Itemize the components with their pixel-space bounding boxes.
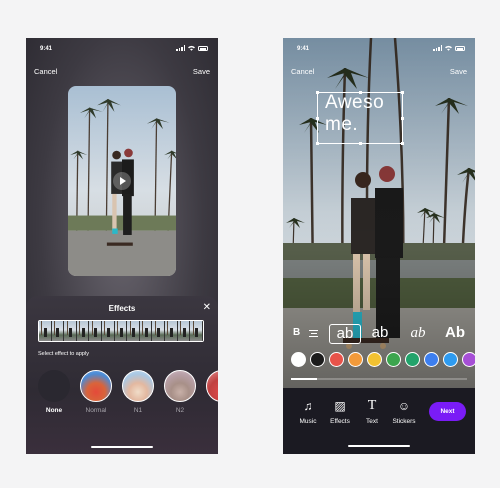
effects-icon: ▨ — [334, 399, 346, 413]
timeline-frame — [127, 321, 140, 341]
color-palette — [291, 352, 475, 368]
color-swatch[interactable] — [329, 352, 344, 367]
align-center-icon[interactable] — [309, 330, 318, 339]
resize-handle[interactable] — [401, 142, 404, 145]
video-preview[interactable] — [68, 86, 176, 276]
music-icon: ♫ — [303, 399, 313, 413]
effect-none[interactable]: None — [38, 370, 70, 414]
color-swatch[interactable] — [443, 352, 458, 367]
tool-label: Text — [366, 418, 378, 425]
timeline-frame — [76, 321, 90, 341]
signal-icon — [176, 45, 185, 51]
resize-handle[interactable] — [316, 91, 319, 94]
cancel-button[interactable]: Cancel — [291, 67, 314, 76]
effect-label: None — [45, 407, 63, 414]
effect-thumbnail — [206, 370, 218, 402]
battery-icon — [455, 45, 465, 51]
sticker-icon: ☺ — [397, 399, 411, 413]
battery-icon — [198, 45, 208, 51]
effect-hint: Select effect to apply — [38, 351, 89, 357]
text-format-toolbar: B ab ab ab Ab — [293, 324, 475, 344]
font-style-2[interactable]: ab — [369, 324, 391, 344]
effect-thumbnail — [80, 370, 112, 402]
bold-button[interactable]: B — [293, 327, 300, 338]
color-swatch[interactable] — [310, 352, 325, 367]
tool-label: Music — [299, 418, 317, 425]
resize-handle[interactable] — [316, 117, 319, 120]
color-swatch[interactable] — [386, 352, 401, 367]
effect-thumbnail — [122, 370, 154, 402]
effect-label: Normal — [85, 407, 107, 414]
timeline-frame — [51, 321, 65, 341]
timeline-frame — [177, 321, 191, 341]
effect-n1[interactable]: N1 — [122, 370, 154, 414]
status-bar: 9:41 — [26, 38, 218, 56]
effect-thumbnail — [164, 370, 196, 402]
effects-list: None Normal N1 N2 — [38, 370, 218, 420]
color-swatch[interactable] — [462, 352, 475, 367]
effect-label: N2 — [175, 407, 185, 414]
timeline-frame — [165, 321, 178, 341]
close-icon[interactable]: ✕ — [203, 302, 211, 313]
tool-stickers[interactable]: ☺ Stickers — [389, 398, 419, 425]
effect-label: N1 — [133, 407, 143, 414]
resize-handle[interactable] — [316, 142, 319, 145]
play-icon[interactable] — [113, 172, 131, 190]
tool-label: Effects — [330, 418, 350, 425]
effect-more[interactable] — [206, 370, 218, 402]
wifi-icon — [188, 45, 195, 51]
color-swatch[interactable] — [367, 352, 382, 367]
effect-thumbnail — [38, 370, 70, 402]
color-swatch[interactable] — [424, 352, 439, 367]
wifi-icon — [445, 45, 452, 51]
status-time: 9:41 — [297, 46, 310, 52]
timeline-frame — [89, 321, 103, 341]
video-timeline[interactable] — [38, 320, 204, 342]
timeline-frame — [64, 321, 77, 341]
home-indicator — [91, 446, 153, 448]
tool-label: Stickers — [392, 418, 416, 425]
timeline-frame — [190, 321, 203, 341]
timeline-frame — [102, 321, 115, 341]
font-style-4[interactable]: Ab — [443, 324, 467, 344]
font-style-1[interactable]: ab — [329, 324, 361, 344]
timeline-frame — [114, 321, 128, 341]
sheet-title: Effects — [108, 304, 136, 313]
color-swatch[interactable] — [291, 352, 306, 367]
text-icon: T — [367, 398, 377, 413]
text-editor-screen: 9:41 Cancel Save Aweso me. B ab ab ab Ab… — [283, 38, 475, 454]
effect-normal[interactable]: Normal — [80, 370, 112, 414]
next-button[interactable]: Next — [429, 402, 466, 421]
status-time: 9:41 — [40, 46, 53, 52]
timeline-frame — [152, 321, 166, 341]
status-bar: 9:41 — [283, 38, 475, 56]
text-progress-bar — [291, 378, 467, 380]
home-indicator — [348, 445, 410, 447]
effects-sheet: Effects ✕ Select effect to apply None No… — [26, 296, 218, 454]
tool-music[interactable]: ♫ Music — [293, 398, 323, 425]
font-style-3[interactable]: ab — [405, 324, 431, 344]
tool-effects[interactable]: ▨ Effects — [325, 398, 355, 425]
bottom-toolbar: ♫ Music ▨ Effects T Text ☺ Stickers Next — [283, 390, 475, 454]
save-button[interactable]: Save — [450, 67, 467, 76]
tool-text[interactable]: T Text — [357, 398, 387, 425]
resize-handle[interactable] — [359, 142, 362, 145]
cancel-button[interactable]: Cancel — [34, 67, 57, 76]
timeline-frame — [139, 321, 153, 341]
color-swatch[interactable] — [405, 352, 420, 367]
effects-screen: 9:41 Cancel Save Effects ✕ Select effect… — [26, 38, 218, 454]
effect-n2[interactable]: N2 — [164, 370, 196, 414]
save-button[interactable]: Save — [193, 67, 210, 76]
timeline-frame — [39, 321, 52, 341]
signal-icon — [433, 45, 442, 51]
overlay-text[interactable]: Aweso me. — [325, 92, 405, 136]
color-swatch[interactable] — [348, 352, 363, 367]
